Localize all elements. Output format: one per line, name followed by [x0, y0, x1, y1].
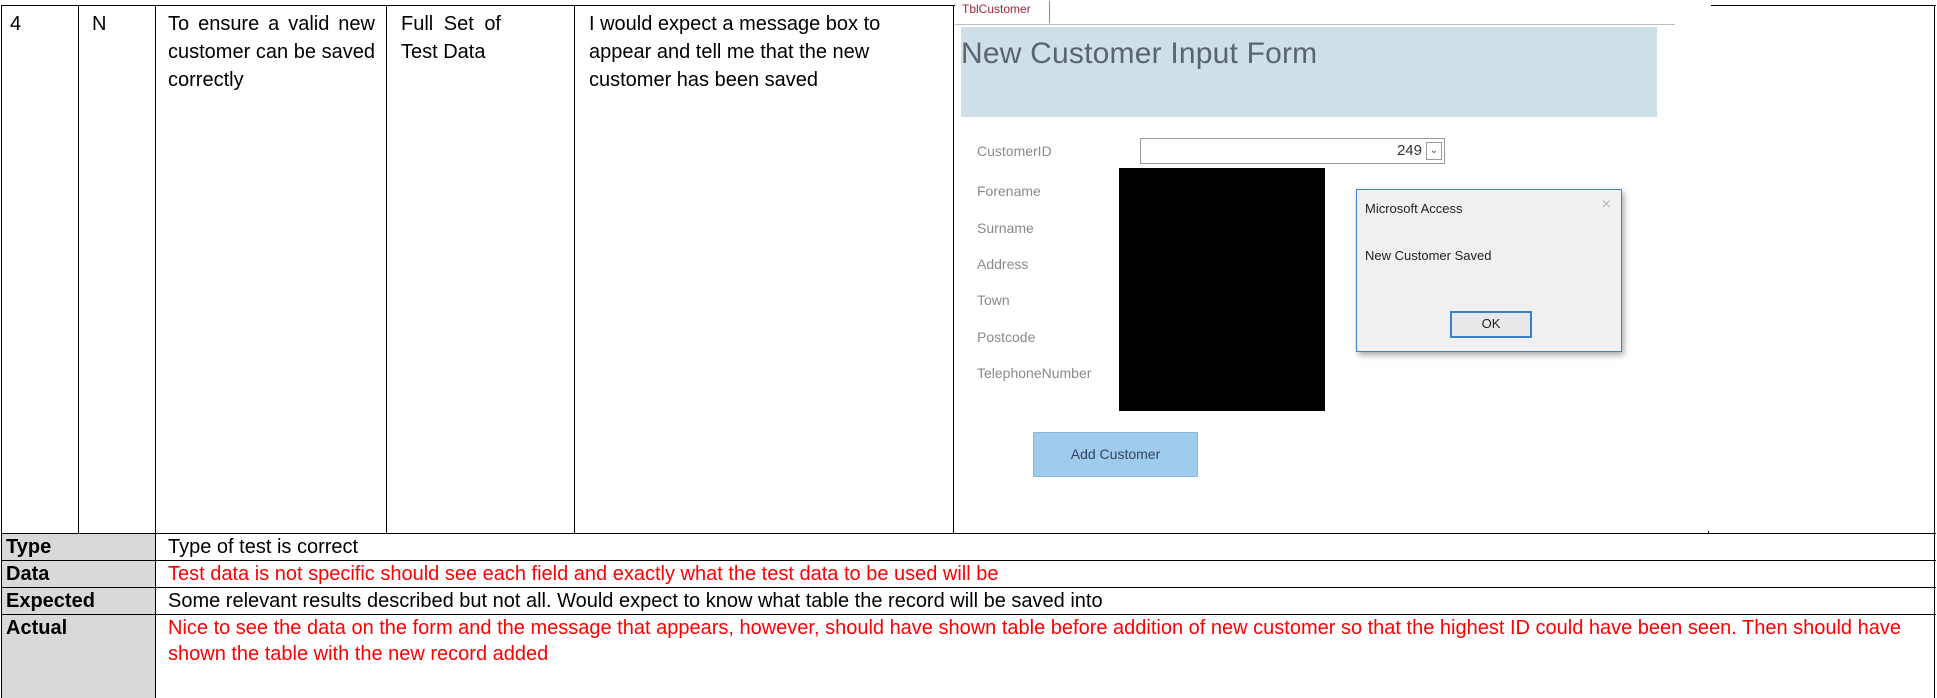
col-divider-3: [386, 5, 387, 533]
customerid-value: 249: [1396, 142, 1422, 159]
field-label-telephonenumber: TelephoneNumber: [977, 365, 1092, 381]
message-box: Microsoft Access × New Customer Saved OK: [1356, 189, 1622, 352]
feedback-label-actual: Actual: [2, 615, 155, 698]
test-number: 4: [10, 13, 22, 35]
field-label-surname: Surname: [977, 220, 1034, 236]
form-header: New Customer Input Form: [961, 27, 1657, 117]
customerid-combo[interactable]: 249 ⌄: [1140, 138, 1445, 164]
test-type-code: N: [92, 13, 107, 35]
field-label-town: Town: [977, 292, 1010, 308]
table-right-border: [1934, 5, 1935, 698]
feedback-type-text: Type of test is correct: [168, 536, 359, 558]
col-divider-1: [78, 5, 79, 533]
ok-button[interactable]: OK: [1450, 311, 1532, 338]
close-icon[interactable]: ×: [1602, 196, 1611, 214]
tab-underline: [955, 24, 1675, 25]
col-divider-2: [155, 5, 156, 698]
dialog-message: New Customer Saved: [1365, 248, 1492, 263]
redacted-fields-block: [1119, 168, 1325, 411]
access-form-screenshot: TblCustomer New Customer Input Form Cust…: [955, 1, 1711, 531]
add-customer-button[interactable]: Add Customer: [1033, 432, 1198, 477]
dialog-title: Microsoft Access: [1365, 201, 1463, 216]
feedback-label-data: Data: [2, 561, 155, 587]
field-label-customerid: CustomerID: [977, 143, 1052, 159]
feedback-label-expected: Expected: [2, 588, 155, 614]
table-tab[interactable]: TblCustomer: [958, 1, 1050, 23]
field-label-address: Address: [977, 256, 1029, 272]
expected-result: I would expect a message box to appear a…: [589, 13, 881, 91]
chevron-down-icon[interactable]: ⌄: [1426, 142, 1442, 160]
col-divider-5: [953, 5, 954, 533]
test-purpose: To ensure a valid new customer can be sa…: [168, 13, 375, 91]
form-title: New Customer Input Form: [961, 37, 1318, 70]
col-divider-4: [574, 5, 575, 533]
feedback-actual-text: Nice to see the data on the form and the…: [168, 617, 1901, 665]
feedback-expected-text: Some relevant results described but not …: [168, 590, 1103, 612]
test-data-description: Full Set of Test Data: [401, 13, 501, 63]
feedback-data-text: Test data is not specific should see eac…: [168, 563, 999, 585]
field-label-forename: Forename: [977, 183, 1041, 199]
field-label-postcode: Postcode: [977, 329, 1036, 345]
feedback-label-type: Type: [2, 534, 155, 560]
